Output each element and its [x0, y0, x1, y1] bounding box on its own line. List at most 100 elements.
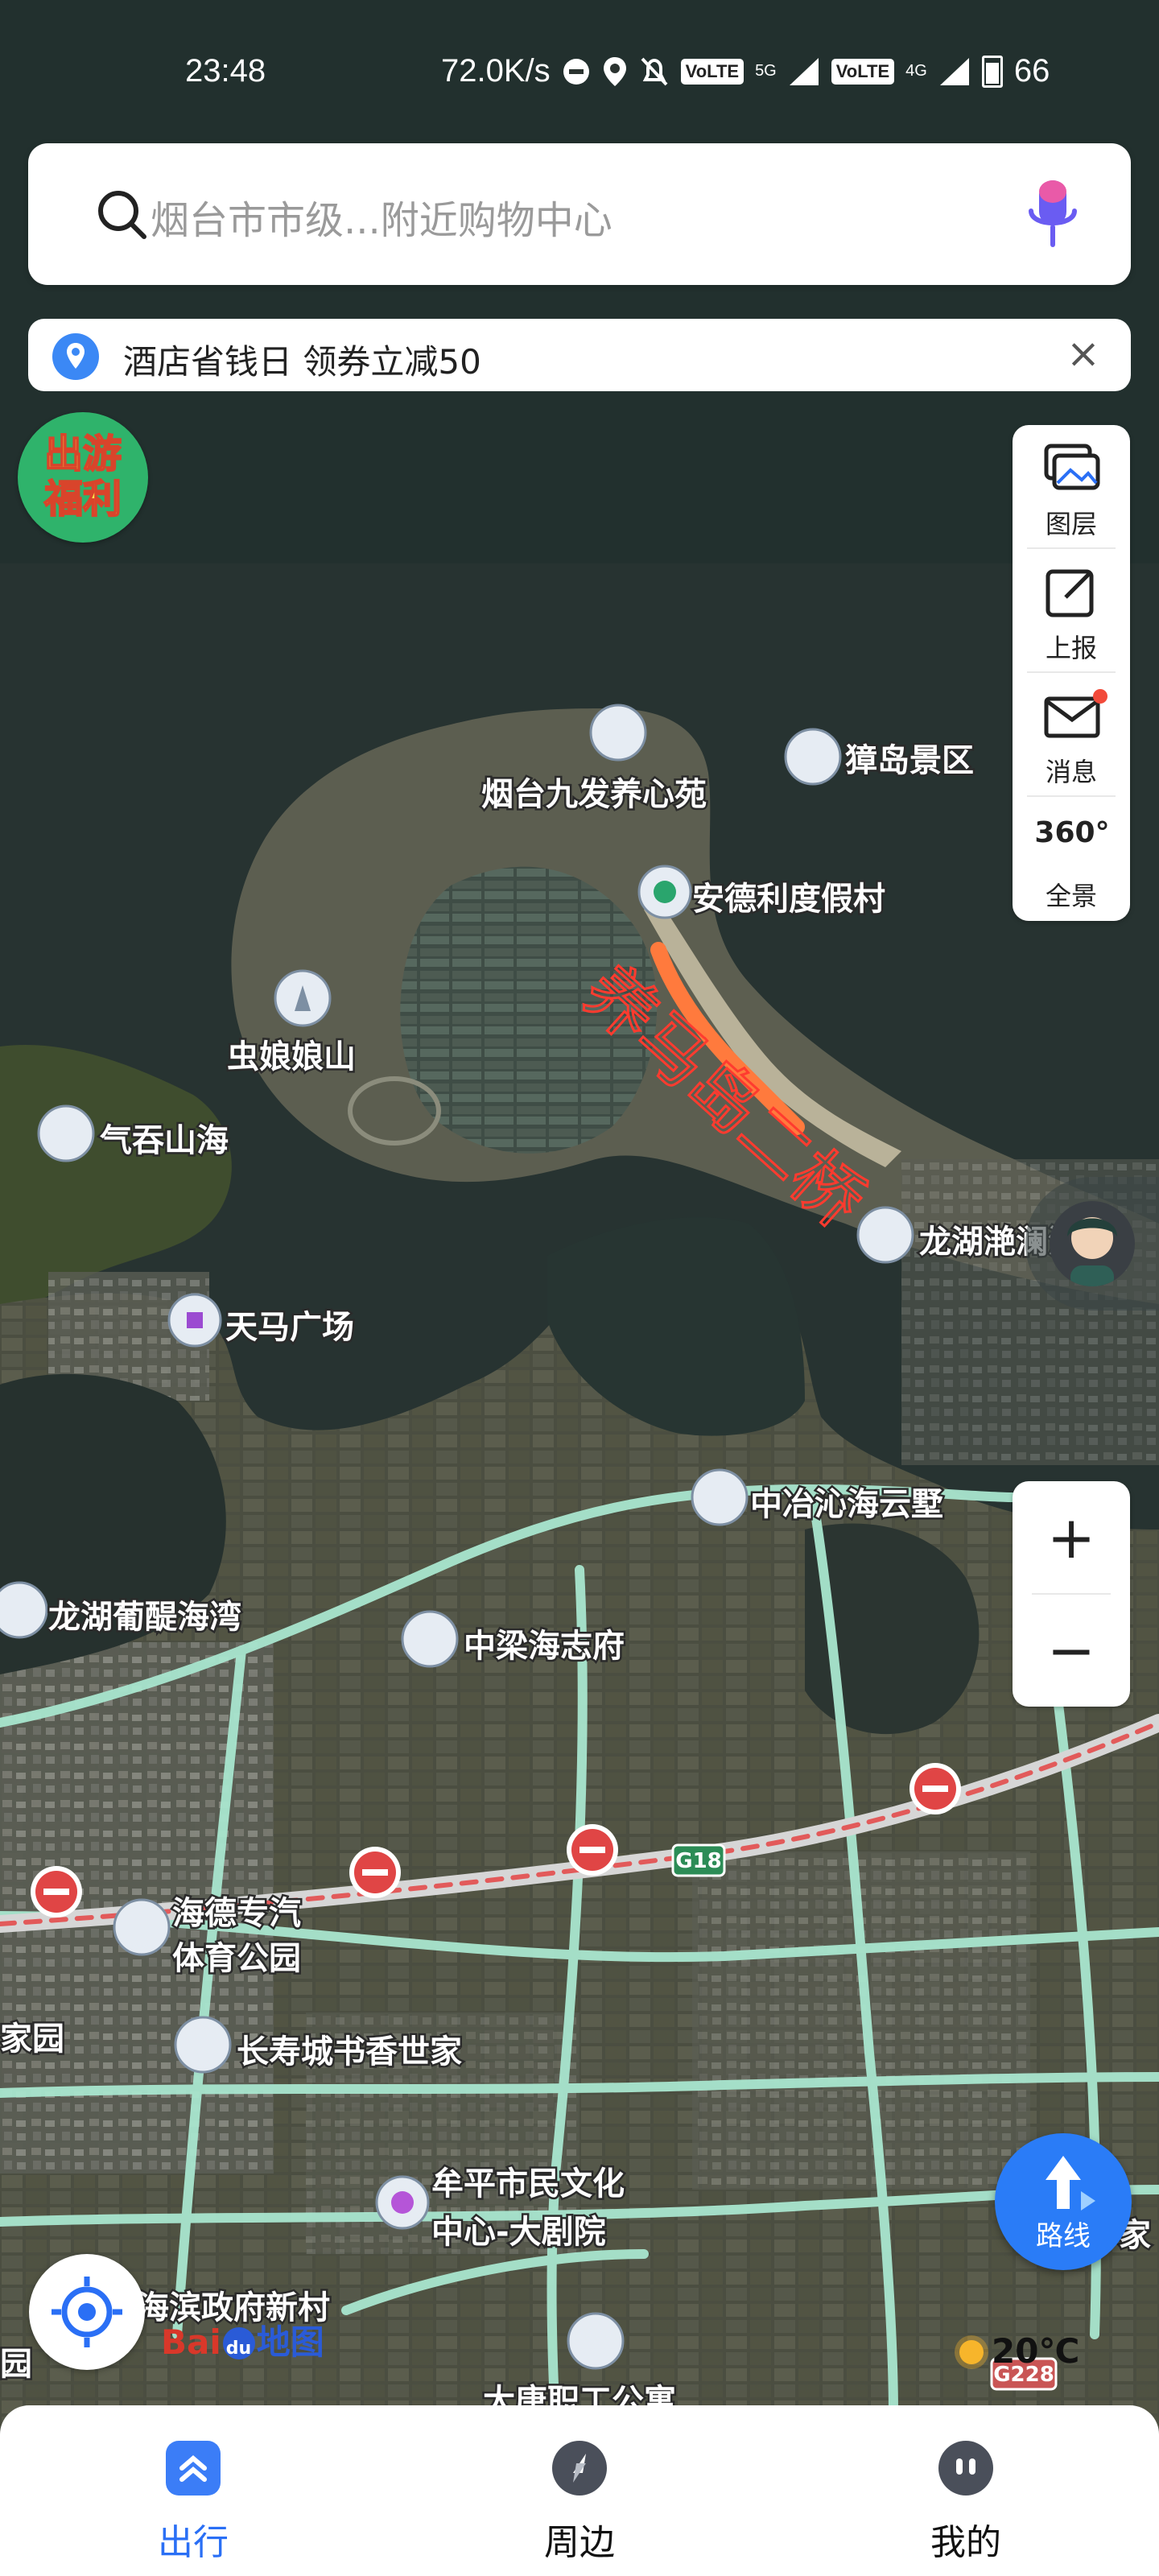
battery-level: 66	[1013, 53, 1050, 89]
zoom-control: + −	[1013, 1481, 1130, 1707]
poi-label: 海德专汽	[172, 1895, 301, 1932]
poi-label: 虫娘娘山	[227, 1038, 356, 1075]
poi-label: 园	[0, 2346, 32, 2383]
poi-marker-building-icon[interactable]	[691, 1468, 749, 1526]
poi-marker-building-icon[interactable]	[113, 1898, 171, 1956]
poi-label: 体育公园	[172, 1940, 301, 1977]
weather-temp: 20℃	[992, 2331, 1080, 2371]
poi-label: 中心-大剧院	[431, 2214, 606, 2251]
tab-label: 我的	[930, 2522, 1001, 2563]
search-icon	[98, 191, 146, 239]
tool-label: 全景	[1045, 881, 1097, 911]
travel-badge-line1: 出游	[43, 431, 122, 477]
travel-benefits-badge[interactable]: 出游 福利	[18, 412, 148, 543]
zoom-in-button[interactable]: +	[1013, 1481, 1130, 1594]
tool-panorama[interactable]: 360° 全景	[1013, 797, 1130, 921]
poi-marker-building-icon[interactable]	[401, 1610, 459, 1668]
tool-report[interactable]: 上报	[1013, 549, 1130, 673]
route-arrow-icon	[1046, 2156, 1095, 2211]
search-bar[interactable]: 烟台市市级...附近购物中心	[28, 143, 1131, 285]
route-label: 路线	[1036, 2220, 1091, 2252]
no-entry-icon	[909, 1763, 961, 1814]
route-badge-g18: G18	[671, 1843, 726, 1877]
poi-marker-building-icon[interactable]	[0, 1581, 48, 1639]
weather-indicator[interactable]: 20℃	[959, 2331, 1079, 2371]
close-icon[interactable]: ×	[1066, 333, 1100, 374]
volte-badge-1: VoLTE	[680, 58, 744, 85]
tab-label: 出行	[158, 2522, 229, 2563]
route-button[interactable]: 路线	[995, 2133, 1132, 2270]
no-entry-icon	[567, 1824, 618, 1876]
minus-circle-icon	[563, 58, 589, 85]
network-speed: 72.0K/s	[441, 53, 551, 89]
avatar-face-icon	[1067, 1217, 1117, 1286]
search-placeholder[interactable]: 烟台市市级...附近购物中心	[151, 188, 612, 245]
promo-text[interactable]: 酒店省钱日 领券立减50	[123, 335, 481, 384]
status-bar: 23:48 72.0K/s VoLTE 5G VoLTE 4G 66	[0, 48, 1159, 105]
locate-crosshair-icon	[52, 2277, 122, 2347]
bell-off-icon	[641, 57, 668, 85]
compass-icon	[552, 2441, 607, 2496]
route-badge-g18-label: G18	[675, 1849, 722, 1873]
signal-icon	[939, 57, 969, 85]
locate-button[interactable]	[29, 2254, 145, 2370]
promo-banner[interactable]: 酒店省钱日 领券立减50 ×	[28, 319, 1131, 391]
tool-layers[interactable]: 图层	[1013, 425, 1130, 549]
mail-icon	[1044, 696, 1100, 738]
tab-travel[interactable]: 出行	[113, 2438, 274, 2565]
poi-marker-building-icon[interactable]	[174, 2016, 232, 2074]
travel-badge-line2: 福利	[43, 476, 122, 522]
poi-label: 气吞山海	[100, 1122, 229, 1159]
net-type-1: 5G	[755, 62, 777, 80]
poi-marker-building-icon[interactable]	[567, 2312, 625, 2370]
avatar	[1050, 1201, 1135, 1286]
poi-label: 龙湖葡醍海湾	[48, 1599, 241, 1636]
paw-icon: du	[222, 2327, 255, 2359]
poi-marker-building-icon[interactable]	[37, 1104, 95, 1162]
poi-label: 中梁海志府	[464, 1628, 625, 1665]
no-entry-icon	[349, 1847, 401, 1898]
sun-icon	[959, 2340, 984, 2364]
tool-messages[interactable]: 消息	[1013, 673, 1130, 797]
layers-icon	[1044, 444, 1100, 490]
status-time: 23:48	[185, 53, 266, 89]
poi-label: 牟平市民文化	[431, 2165, 625, 2202]
no-entry-icon	[31, 1866, 82, 1918]
poi-label: 獐岛景区	[845, 742, 974, 779]
poi-marker-building-icon[interactable]	[589, 704, 647, 762]
poi-label: 安德利度假村	[692, 881, 885, 918]
baidu-map-logo: Bai du 地图	[161, 2315, 324, 2362]
logo-part1: Bai	[161, 2322, 221, 2362]
zoom-out-button[interactable]: −	[1013, 1594, 1130, 1707]
poi-label: 中冶沁海云墅	[750, 1486, 943, 1523]
status-icons: 72.0K/s VoLTE 5G VoLTE 4G 66	[441, 53, 1050, 89]
bottom-nav: 出行 周边 我的	[0, 2405, 1159, 2576]
volte-badge-2: VoLTE	[831, 58, 895, 85]
location-pin-icon	[52, 333, 99, 380]
tab-profile[interactable]: 我的	[885, 2438, 1046, 2565]
poi-label: 家园	[0, 2021, 64, 2058]
battery-icon	[981, 55, 1003, 88]
tab-nearby[interactable]: 周边	[499, 2438, 660, 2565]
microphone-icon[interactable]	[1017, 175, 1089, 256]
logo-part2: du	[225, 2339, 252, 2359]
poi-marker-building-icon[interactable]	[856, 1206, 914, 1264]
location-icon	[603, 56, 626, 86]
notification-dot	[1093, 689, 1107, 704]
map-tools-panel: 图层 上报 消息 360° 全景	[1013, 425, 1130, 921]
logo-part3: 地图	[256, 2322, 324, 2362]
panorama-360-icon: 360°	[1034, 816, 1110, 849]
report-edit-icon	[1046, 569, 1094, 617]
tool-label: 图层	[1045, 509, 1097, 539]
poi-label: 天马广场	[225, 1309, 354, 1346]
poi-marker-building-icon[interactable]	[784, 728, 842, 786]
tab-label: 周边	[544, 2522, 615, 2563]
profile-face-icon	[938, 2441, 993, 2496]
tool-label: 上报	[1045, 633, 1097, 663]
signal-icon	[789, 57, 819, 85]
assistant-avatar[interactable]	[1025, 1177, 1159, 1311]
tool-label: 消息	[1045, 757, 1097, 787]
poi-label: 长寿城书香世家	[237, 2033, 462, 2070]
poi-label: 烟台九发养心苑	[481, 776, 707, 813]
net-type-2: 4G	[905, 62, 927, 80]
